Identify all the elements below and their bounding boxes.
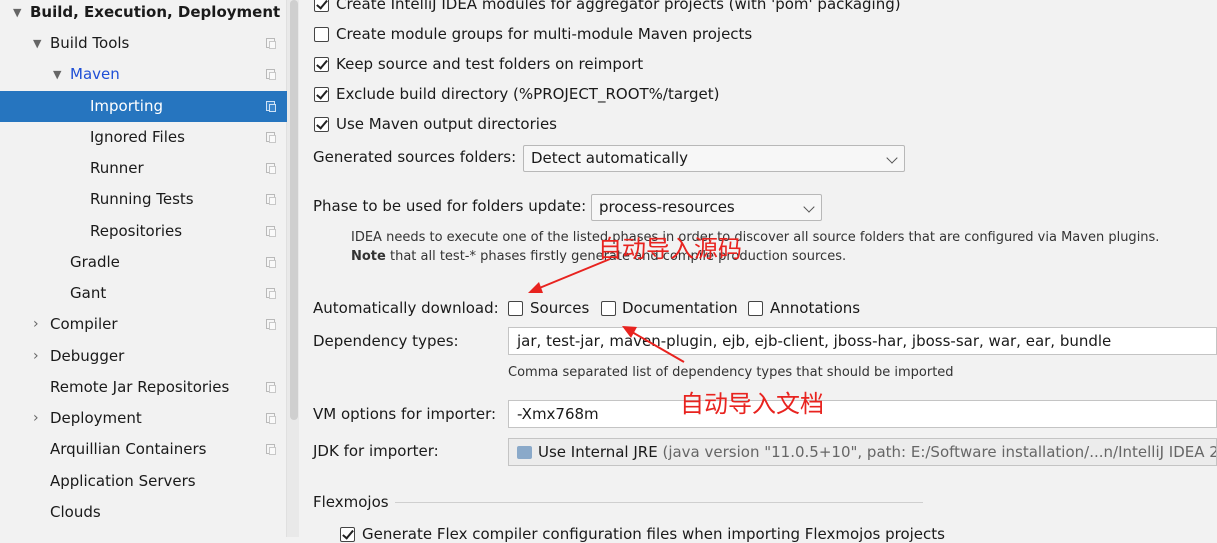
project-settings-icon (266, 101, 276, 112)
tree-item-application-servers[interactable]: Application Servers (0, 466, 286, 497)
tree-item-running-tests[interactable]: Running Tests (0, 184, 286, 215)
tree-item-label: Repositories (90, 222, 183, 240)
tree-item-label: Build Tools (50, 34, 130, 52)
tree-item-label: Compiler (50, 315, 118, 333)
tree-item-importing[interactable]: Importing (0, 91, 299, 122)
tree-item-maven[interactable]: ▼ Maven (0, 59, 286, 90)
tree-item-remote-jar-repositories[interactable]: Remote Jar Repositories (0, 372, 286, 403)
tree-item-label: Arquillian Containers (50, 440, 207, 458)
project-settings-icon (266, 163, 276, 174)
tree-item-ignored-files[interactable]: Ignored Files (0, 122, 286, 153)
tree-item-build-tools[interactable]: ▼ Build Tools (0, 28, 286, 59)
project-settings-icon (266, 69, 276, 80)
project-settings-icon (266, 132, 276, 143)
tree-item-label: Application Servers (50, 472, 196, 490)
project-settings-icon (266, 257, 276, 268)
tree-item-label: Running Tests (90, 190, 194, 208)
project-settings-icon (266, 38, 276, 49)
tree-item-arquillian-containers[interactable]: Arquillian Containers (0, 434, 286, 465)
project-settings-icon (266, 226, 276, 237)
sources-arrow-line (536, 258, 611, 290)
chevron-right-icon[interactable]: › (33, 341, 39, 372)
tree-item-label: Build, Execution, Deployment (30, 3, 281, 21)
project-settings-icon (266, 319, 276, 330)
chevron-right-icon[interactable]: › (33, 403, 39, 434)
project-settings-icon (266, 288, 276, 299)
docs-arrow-line (631, 331, 685, 363)
tree-item-compiler[interactable]: › Compiler (0, 309, 286, 340)
tree-item-runner[interactable]: Runner (0, 153, 286, 184)
sidebar-scrollbar-thumb[interactable] (290, 0, 298, 420)
tree-item-clouds[interactable]: Clouds (0, 497, 286, 528)
tree-item-label: Importing (90, 97, 163, 115)
settings-tree: ▼ Build, Execution, Deployment ▼ Build T… (0, 0, 299, 537)
chevron-down-icon[interactable]: ▼ (13, 0, 21, 28)
tree-item-gradle[interactable]: Gradle (0, 247, 286, 278)
tree-item-debugger[interactable]: › Debugger (0, 341, 286, 372)
tree-item-label: Debugger (50, 347, 125, 365)
tree-item-label: Deployment (50, 409, 142, 427)
tree-item-label: Clouds (50, 503, 101, 521)
project-settings-icon (266, 444, 276, 455)
tree-item-label: Runner (90, 159, 144, 177)
tree-item-label: Gant (70, 284, 107, 302)
tree-item-label: Remote Jar Repositories (50, 378, 230, 396)
tree-item-label: Ignored Files (90, 128, 185, 146)
tree-item-label: Maven (70, 65, 120, 83)
sources-arrow-head (528, 282, 543, 293)
tree-item-label: Gradle (70, 253, 120, 271)
docs-arrow-head (622, 326, 637, 338)
tree-item-gant[interactable]: Gant (0, 278, 286, 309)
maven-importing-panel: Create IntelliJ IDEA modules for aggrega… (299, 0, 1217, 543)
project-settings-icon (266, 194, 276, 205)
annotation-arrows (528, 258, 685, 363)
project-settings-icon (266, 413, 276, 424)
tree-item-deployment[interactable]: › Deployment (0, 403, 286, 434)
chevron-right-icon[interactable]: › (33, 309, 39, 340)
chevron-down-icon[interactable]: ▼ (33, 28, 41, 59)
tree-item-build-execution-deployment[interactable]: ▼ Build, Execution, Deployment (0, 0, 286, 28)
chevron-down-icon[interactable]: ▼ (53, 59, 61, 90)
project-settings-icon (266, 382, 276, 393)
tree-item-repositories[interactable]: Repositories (0, 216, 286, 247)
